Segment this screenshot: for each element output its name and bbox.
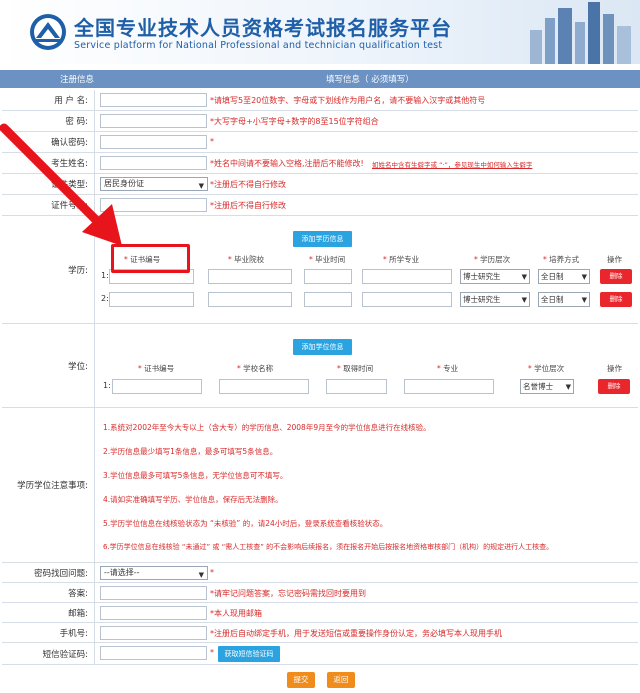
deg-col-time: * 取得时间 bbox=[337, 364, 374, 373]
edu-col-major: * 所学专业 bbox=[383, 255, 420, 264]
deg-row-1-number: 1: bbox=[103, 381, 111, 390]
edu-row-2-level-select[interactable]: 博士研究生 ▼ bbox=[460, 292, 530, 307]
deg-row-1-time-input[interactable] bbox=[326, 379, 387, 394]
deg-col-school: * 学校名称 bbox=[237, 364, 274, 373]
degree-label: 学位: bbox=[2, 324, 95, 407]
edu-row-2-mode-select[interactable]: 全日制 ▼ bbox=[538, 292, 590, 307]
confirm-password-hint: * bbox=[210, 137, 214, 146]
chevron-down-icon: ▼ bbox=[198, 571, 204, 579]
get-sms-code-button[interactable]: 获取短信验证码 bbox=[218, 646, 280, 662]
phone-input[interactable] bbox=[100, 626, 207, 640]
deg-col-major: * 专业 bbox=[437, 364, 459, 373]
back-button[interactable]: 返回 bbox=[327, 672, 355, 688]
name-hint: *姓名中间请不要输入空格,注册后不能修改! bbox=[210, 159, 364, 168]
answer-hint: *请牢记问题答案，忘记密码需找回时要用到 bbox=[210, 589, 366, 598]
note-item: 6.学历学位信息在线核验 “未通过” 或 “需人工核查” 的不会影响后续报名，须… bbox=[103, 543, 554, 551]
edu-col-action: 操作 bbox=[607, 255, 622, 264]
email-input[interactable] bbox=[100, 606, 207, 620]
edu-row-2-major-input[interactable] bbox=[362, 292, 452, 307]
row-username: 用 户 名: *请填写5至20位数字、字母或下划线作为用户名，请不要输入汉字或其… bbox=[2, 90, 638, 111]
deg-col-cert: * 证书编号 bbox=[138, 364, 175, 373]
answer-label: 答案: bbox=[2, 583, 95, 602]
edu-col-mode: * 培养方式 bbox=[543, 255, 580, 264]
deg-col-action: 操作 bbox=[607, 364, 622, 373]
chevron-down-icon: ▼ bbox=[565, 383, 571, 391]
deg-col-level: * 学位层次 bbox=[528, 364, 565, 373]
edu-row-2-delete-button[interactable]: 删除 bbox=[600, 292, 632, 307]
note-item: 3.学位信息最多可填写5条信息，无学位信息可不填写。 bbox=[103, 471, 288, 480]
rare-char-link[interactable]: 如姓名中含有生僻字或 “·”，参见现生中如何输入生僻字 bbox=[372, 159, 532, 169]
submit-button[interactable]: 提交 bbox=[287, 672, 315, 688]
chevron-down-icon: ▼ bbox=[521, 296, 527, 304]
row-email: 邮箱: *本人现用邮箱 bbox=[2, 603, 638, 623]
edu-row-1-school-input[interactable] bbox=[208, 269, 292, 284]
note-item: 2.学历信息最少填写1条信息，最多可填写5条信息。 bbox=[103, 447, 278, 456]
chevron-down-icon: ▼ bbox=[581, 296, 587, 304]
security-question-select[interactable]: --请选择-- ▼ bbox=[100, 566, 208, 580]
edu-row-2-school-input[interactable] bbox=[208, 292, 292, 307]
password-hint: *大写字母+小写字母+数字的8至15位字符组合 bbox=[210, 117, 379, 126]
security-question-hint: * bbox=[210, 568, 214, 577]
edu-col-time: * 毕业时间 bbox=[309, 255, 346, 264]
platform-logo-icon bbox=[30, 14, 66, 50]
sms-code-label: 短信验证码: bbox=[2, 643, 95, 664]
row-phone: 手机号: *注册后自动绑定手机，用于发送短信或重要操作身份认定，务必填写本人现用… bbox=[2, 623, 638, 643]
skyline-graphic-icon bbox=[530, 2, 631, 64]
deg-row-1-major-input[interactable] bbox=[404, 379, 494, 394]
edu-col-school: * 毕业院校 bbox=[228, 255, 265, 264]
security-question-value: --请选择-- bbox=[104, 568, 140, 577]
deg-row-1-school-input[interactable] bbox=[219, 379, 309, 394]
email-label: 邮箱: bbox=[2, 603, 95, 622]
site-title: 全国专业技术人员资格考试报名服务平台 bbox=[74, 16, 452, 40]
add-education-button[interactable]: 添加学历信息 bbox=[293, 231, 352, 247]
phone-hint: *注册后自动绑定手机，用于发送短信或重要操作身份认定，务必填写本人现用手机 bbox=[210, 629, 502, 638]
id-type-hint: *注册后不得自行修改 bbox=[210, 180, 286, 189]
add-degree-button[interactable]: 添加学位信息 bbox=[293, 339, 352, 355]
row-answer: 答案: *请牢记问题答案，忘记密码需找回时要用到 bbox=[2, 583, 638, 603]
sms-code-input[interactable] bbox=[100, 646, 207, 660]
username-input[interactable] bbox=[100, 93, 207, 107]
site-header: 全国专业技术人员资格考试报名服务平台 Service platform for … bbox=[0, 0, 640, 64]
edu-row-1-level-select[interactable]: 博士研究生 ▼ bbox=[460, 269, 530, 284]
edu-row-1-delete-button[interactable]: 删除 bbox=[600, 269, 632, 284]
edu-row-1-mode-select[interactable]: 全日制 ▼ bbox=[538, 269, 590, 284]
username-hint: *请填写5至20位数字、字母或下划线作为用户名，请不要输入汉字或其他符号 bbox=[210, 96, 486, 105]
site-subtitle: Service platform for National Profession… bbox=[74, 40, 443, 51]
deg-row-1-cert-input[interactable] bbox=[112, 379, 202, 394]
note-item: 4.请如实准确填写学历、学位信息，保存后无法删除。 bbox=[103, 495, 283, 504]
email-hint: *本人现用邮箱 bbox=[210, 609, 262, 618]
answer-input[interactable] bbox=[100, 586, 207, 600]
row-security-question: 密码找回问题: --请选择-- ▼ * bbox=[2, 563, 638, 583]
row-sms-code: 短信验证码: * 获取短信验证码 bbox=[2, 643, 638, 665]
note-item: 1.系统对2002年至今大专以上（含大专）的学历信息、2008年9月至今的学位信… bbox=[103, 423, 431, 432]
notes-label: 学历学位注意事项: bbox=[2, 408, 95, 562]
note-item: 5.学历学位信息在线核验状态为 “未核验” 的，请24小时后，登录系统查看核验状… bbox=[103, 519, 388, 528]
chevron-down-icon: ▼ bbox=[198, 182, 204, 190]
edu-row-2-cert-input[interactable] bbox=[109, 292, 194, 307]
security-question-label: 密码找回问题: bbox=[2, 563, 95, 582]
annotation-arrow-icon bbox=[0, 123, 122, 246]
edu-row-1-number: 1: bbox=[101, 271, 109, 280]
chevron-down-icon: ▼ bbox=[521, 273, 527, 281]
id-number-hint: *注册后不得自行修改 bbox=[210, 201, 286, 210]
edu-row-2-number: 2: bbox=[101, 294, 109, 303]
edu-row-1-major-input[interactable] bbox=[362, 269, 452, 284]
header-register-info: 注册信息 bbox=[60, 75, 95, 85]
deg-row-1-level-select[interactable]: 名誉博士 ▼ bbox=[520, 379, 574, 394]
chevron-down-icon: ▼ bbox=[581, 273, 587, 281]
header-fill-info: 填写信息（ 必须填写） bbox=[326, 75, 414, 85]
username-label: 用 户 名: bbox=[2, 90, 95, 110]
deg-row-1-delete-button[interactable]: 删除 bbox=[598, 379, 630, 394]
phone-label: 手机号: bbox=[2, 623, 95, 642]
table-header-bar: 注册信息 填写信息（ 必须填写） bbox=[0, 70, 640, 88]
sms-code-hint: * bbox=[210, 648, 214, 657]
edu-col-level: * 学历层次 bbox=[474, 255, 511, 264]
edu-row-1-time-input[interactable] bbox=[304, 269, 352, 284]
annotation-highlight-box bbox=[111, 244, 190, 273]
edu-row-2-time-input[interactable] bbox=[304, 292, 352, 307]
